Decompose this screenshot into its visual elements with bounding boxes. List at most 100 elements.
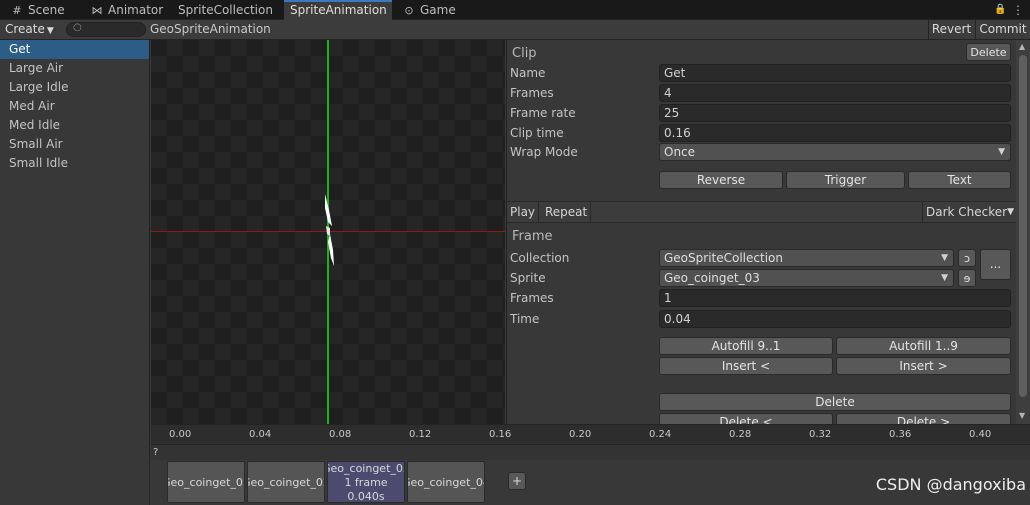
kebab-menu-icon[interactable]: ⋮ — [1012, 0, 1024, 20]
play-button[interactable]: Play — [507, 202, 540, 223]
frame-thumbnail[interactable]: Geo_coinget_02 — [247, 461, 325, 503]
clip-item-med-idle[interactable]: Med Idle — [0, 116, 149, 135]
search-icon: ○ — [73, 22, 82, 33]
sprite-dropdown[interactable]: Geo_coinget_03 ▼ — [659, 269, 954, 287]
clip-time-field[interactable]: 0.16 — [659, 124, 1011, 142]
delete-before-button[interactable]: Delete < — [659, 413, 833, 424]
background-dropdown[interactable]: Dark Checker ▼ — [922, 202, 1016, 223]
frame-strip: Geo_coinget_01 Geo_coinget_02 Geo_coinge… — [151, 460, 1030, 505]
reverse-button[interactable]: Reverse — [659, 171, 783, 189]
frame-time-field[interactable]: 0.04 — [659, 310, 1011, 328]
time-label: Time — [510, 312, 540, 326]
frame-section-header: Frame — [512, 229, 553, 244]
tick-label: 0.20 — [569, 429, 592, 440]
clip-item-small-idle[interactable]: Small Idle — [0, 154, 149, 173]
autofill-up-button[interactable]: Autofill 1..9 — [836, 337, 1011, 355]
insert-before-button[interactable]: Insert < — [659, 357, 833, 375]
tick-label: 0.24 — [649, 429, 672, 440]
text-button[interactable]: Text — [908, 171, 1011, 189]
clip-name-field[interactable]: Get — [659, 64, 1011, 82]
frame-frames-field[interactable]: 1 — [659, 289, 1011, 307]
delete-after-button[interactable]: Delete > — [836, 413, 1011, 424]
collection-edit-button[interactable]: ɔ — [958, 249, 976, 267]
tick-label: 0.32 — [809, 429, 832, 440]
delete-clip-button[interactable]: Delete — [966, 43, 1011, 61]
tab-scene[interactable]: # Scene — [4, 0, 82, 20]
autofill-down-button[interactable]: Autofill 9..1 — [659, 337, 833, 355]
tick-label: 0.28 — [729, 429, 752, 440]
frame-thumbnail[interactable]: Geo_coinget_01 — [167, 461, 245, 503]
frame-duration: 0.040s — [347, 490, 385, 503]
caret-down-icon: ▼ — [46, 26, 54, 36]
revert-button[interactable]: Revert — [928, 20, 974, 39]
window-tab-bar: # Scene ⋈ Animator SpriteCollection Sprite… — [0, 0, 1030, 20]
sprite-picker-button[interactable]: ... — [980, 249, 1011, 280]
animator-icon: ⋈ — [91, 4, 103, 17]
caret-down-icon: ▼ — [998, 147, 1005, 157]
tab-spriteanimation[interactable]: SpriteAnimation — [284, 0, 392, 20]
clip-item-large-air[interactable]: Large Air — [0, 59, 149, 78]
clip-item-med-air[interactable]: Med Air — [0, 97, 149, 116]
toolbar: Create ▼ ○ GeoSpriteAnimation Revert Comm… — [0, 20, 1030, 40]
caret-down-icon: ▼ — [941, 253, 948, 263]
clip-item-small-air[interactable]: Small Air — [0, 135, 149, 154]
gamepad-icon: ⊙ — [404, 4, 414, 17]
tab-game[interactable]: ⊙ Game — [396, 0, 466, 20]
tab-animator[interactable]: ⋈ Animator — [84, 0, 170, 20]
search-input[interactable]: ○ — [66, 22, 146, 37]
timeline-ruler[interactable]: 0.00 0.04 0.08 0.12 0.16 0.20 0.24 0.28 … — [151, 424, 1030, 444]
wrap-mode-label: Wrap Mode — [510, 145, 578, 159]
scroll-down-icon[interactable]: ▼ — [1019, 411, 1025, 420]
help-icon[interactable]: ? — [153, 447, 158, 458]
lock-icon[interactable]: 🔒 — [994, 0, 1006, 20]
clip-item-get[interactable]: Get — [0, 40, 149, 59]
playback-bar: Play Repeat Dark Checker ▼ — [507, 201, 1016, 223]
timeline-track[interactable]: ? — [151, 444, 1030, 460]
clip-frames-field[interactable]: 4 — [659, 84, 1011, 102]
frame-thumbnail-selected[interactable]: Geo_coinget_03 1 frame 0.040s — [327, 461, 405, 503]
name-label: Name — [510, 66, 546, 80]
clip-list: Get Large Air Large Idle Med Air Med Idl… — [0, 40, 150, 505]
wrap-mode-dropdown[interactable]: Once ▼ — [659, 143, 1011, 161]
sprite-preview-viewport[interactable] — [151, 40, 505, 424]
tick-label: 0.08 — [329, 429, 352, 440]
grid-icon: # — [12, 4, 22, 17]
insert-after-button[interactable]: Insert > — [836, 357, 1011, 375]
frame-rate-field[interactable]: 25 — [659, 104, 1011, 122]
delete-frame-button[interactable]: Delete — [659, 393, 1011, 411]
add-frame-button[interactable]: + — [508, 472, 526, 490]
caret-down-icon: ▼ — [941, 273, 948, 283]
clip-item-large-idle[interactable]: Large Idle — [0, 78, 149, 97]
frame-frames-label: Frames — [510, 291, 554, 305]
tick-label: 0.12 — [409, 429, 432, 440]
tab-spritecollection[interactable]: SpriteCollection — [172, 0, 280, 20]
frame-name: Geo_coinget_03 — [328, 462, 404, 475]
create-dropdown[interactable]: Create ▼ — [0, 20, 58, 39]
frame-rate-label: Frame rate — [510, 106, 576, 120]
frames-label: Frames — [510, 86, 554, 100]
watermark-text: CSDN @dangoxiba — [875, 475, 1026, 494]
clip-time-label: Clip time — [510, 126, 564, 140]
scroll-up-icon[interactable]: ▲ — [1019, 42, 1025, 51]
repeat-button[interactable]: Repeat — [542, 202, 592, 223]
collection-label: Collection — [510, 251, 570, 265]
inspector-scrollbar[interactable]: ▲ ▼ — [1016, 40, 1030, 424]
inspector-panel: Clip Delete Name Get Frames 4 Frame rate… — [506, 40, 1016, 424]
tick-label: 0.16 — [489, 429, 512, 440]
scrollbar-thumb[interactable] — [1019, 55, 1027, 397]
clip-section-header: Clip — [512, 46, 537, 61]
tick-label: 0.00 — [169, 429, 192, 440]
sprite-edit-button[interactable]: ɘ — [958, 269, 976, 287]
tick-label: 0.04 — [249, 429, 272, 440]
frame-count: 1 frame — [344, 476, 388, 489]
trigger-button[interactable]: Trigger — [786, 171, 905, 189]
sprite-label: Sprite — [510, 271, 546, 285]
coin-sprite-image — [325, 194, 334, 266]
caret-down-icon: ▼ — [1007, 207, 1014, 217]
collection-dropdown[interactable]: GeoSpriteCollection ▼ — [659, 249, 954, 267]
frame-thumbnail[interactable]: Geo_coinget_04 — [407, 461, 485, 503]
tick-label: 0.40 — [969, 429, 992, 440]
animation-asset-title: GeoSpriteAnimation — [150, 22, 271, 36]
tick-label: 0.36 — [889, 429, 912, 440]
commit-button[interactable]: Commit — [975, 20, 1030, 39]
